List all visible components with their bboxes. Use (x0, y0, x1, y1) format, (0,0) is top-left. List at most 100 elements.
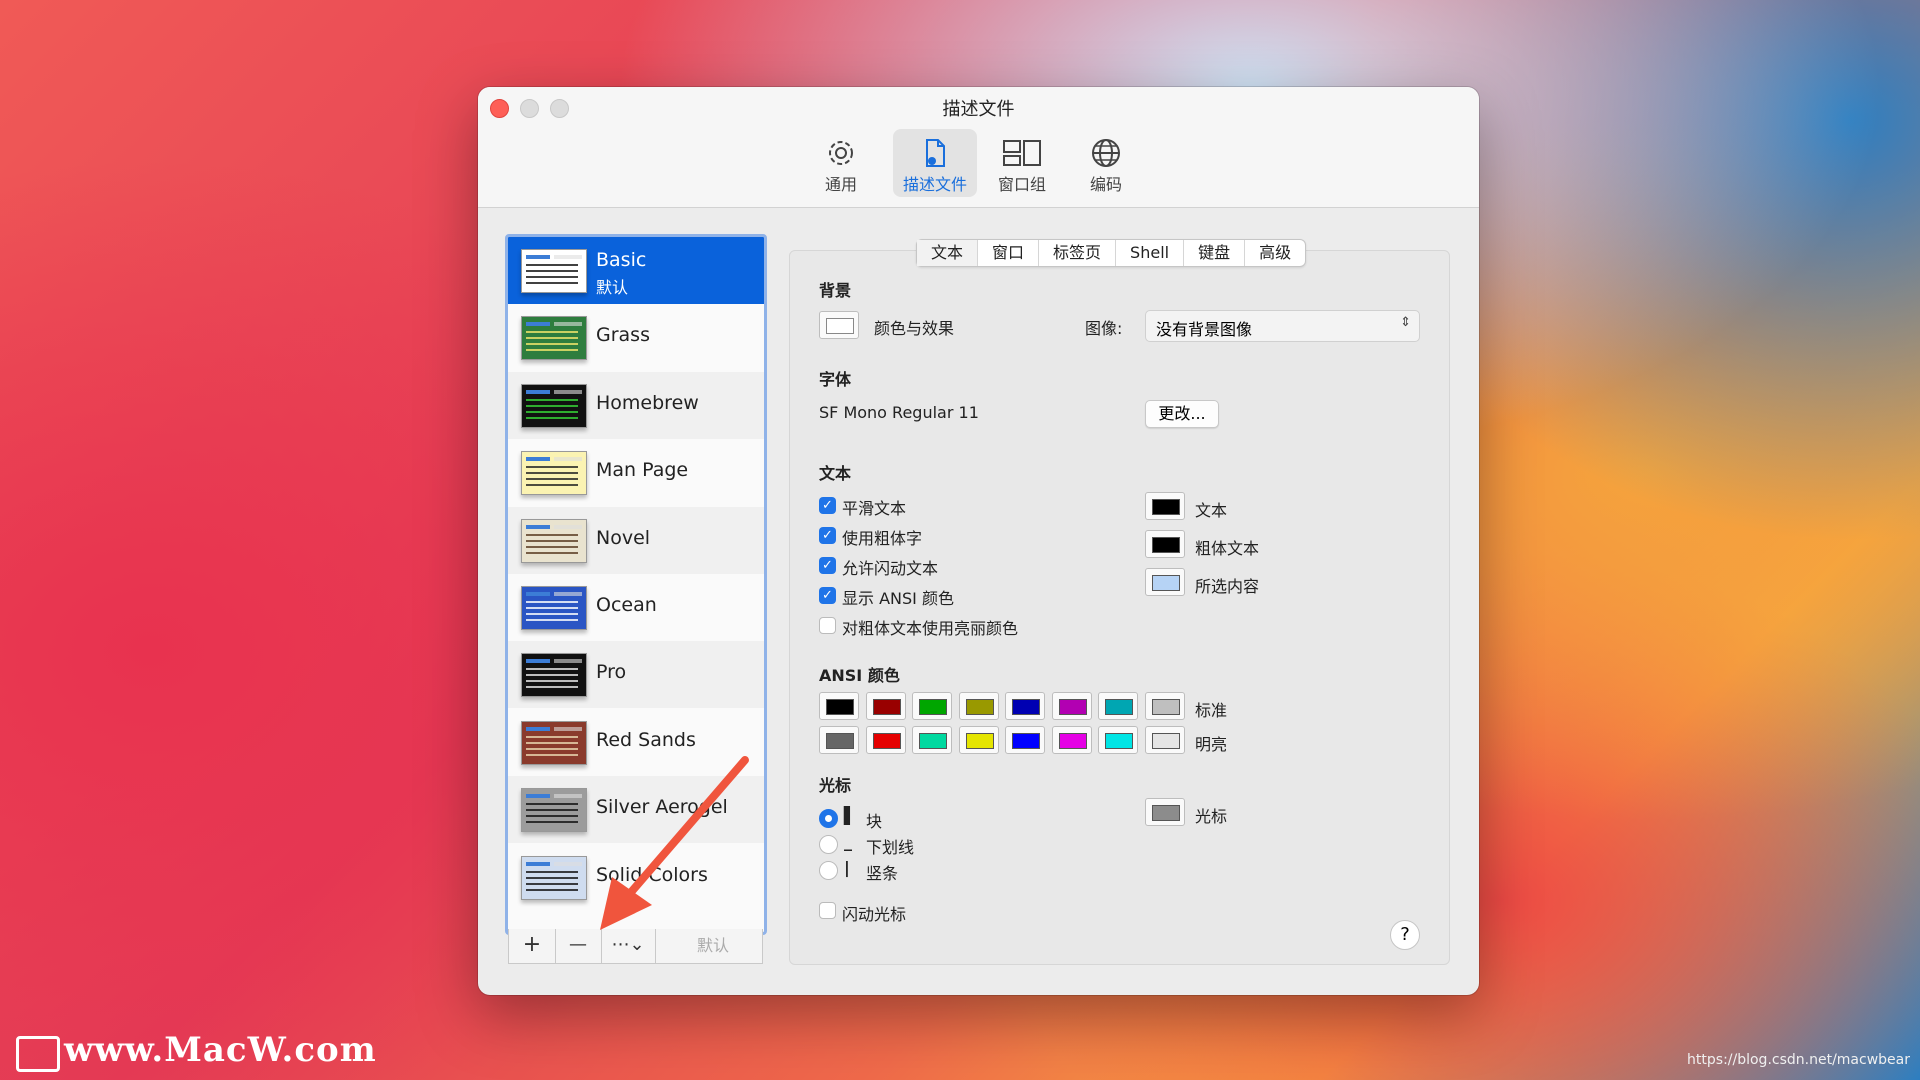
text-heading: 文本 (819, 464, 852, 483)
ansi-heading: ANSI 颜色 (819, 666, 900, 685)
profile-item[interactable]: Ocean (508, 574, 764, 641)
profile-thumbnail (521, 451, 587, 496)
ansi-normal-color-well[interactable] (1051, 692, 1092, 720)
profile-settings-panel: 文本 窗口 标签页 Shell 键盘 高级 背景 颜色与效果 图像: 没有背景图… (789, 239, 1450, 965)
text-color-well[interactable] (1145, 492, 1185, 520)
toolbar-window-groups[interactable]: 窗口组 (980, 129, 1064, 197)
text-option-checkbox[interactable] (819, 617, 836, 634)
cursor-style-label: 竖条 (866, 864, 899, 883)
background-image-select[interactable]: 没有背景图像 ⇕ (1145, 310, 1420, 342)
annotation-arrow (600, 756, 749, 930)
cursor-style-glyph: | (844, 858, 850, 877)
cursor-style-label: 下划线 (866, 838, 915, 857)
ansi-bright-color-well[interactable] (1005, 726, 1045, 754)
change-font-button[interactable]: 更改... (1145, 400, 1219, 428)
font-heading: 字体 (819, 370, 852, 389)
window-title: 描述文件 (942, 99, 1015, 120)
profile-item[interactable]: Grass (508, 304, 764, 371)
toolbar-profiles[interactable]: 描述文件 (893, 129, 977, 197)
titlebar: 描述文件 通用 描述文件 窗口组 编码 (478, 87, 1479, 208)
text-option-label: 使用粗体字 (842, 529, 923, 548)
tab-keyboard[interactable]: 键盘 (1184, 240, 1246, 266)
text-color-well[interactable] (1145, 530, 1185, 558)
tab-text[interactable]: 文本 (917, 240, 979, 266)
text-option-label: 对粗体文本使用亮丽颜色 (842, 619, 1019, 638)
cursor-style-label: 块 (866, 812, 883, 831)
ansi-bright-color-well[interactable] (1098, 726, 1138, 754)
text-option-checkbox[interactable]: ✓ (819, 497, 836, 514)
ansi-bright-color-well[interactable] (1051, 726, 1092, 754)
text-color-label: 粗体文本 (1195, 539, 1260, 558)
font-value: SF Mono Regular 11 (819, 403, 979, 422)
ansi-bright-color-well[interactable] (958, 726, 999, 754)
text-color-well[interactable] (1145, 568, 1185, 596)
text-option-label: 显示 ANSI 颜色 (842, 589, 954, 608)
credit-text: https://blog.csdn.net/macwbear (1687, 1052, 1910, 1068)
tab-shell[interactable]: Shell (1116, 240, 1185, 266)
blink-cursor-label: 闪动光标 (842, 905, 907, 924)
toolbar-encodings[interactable]: 编码 (1064, 129, 1148, 197)
profile-item[interactable]: Novel (508, 506, 764, 574)
ansi-normal-color-well[interactable] (958, 692, 999, 720)
profile-thumbnail (521, 586, 587, 630)
ansi-normal-color-well[interactable] (1005, 692, 1045, 720)
profile-name: Ocean (596, 594, 657, 616)
image-label: 图像: (1085, 319, 1123, 338)
text-option-checkbox[interactable]: ✓ (819, 557, 836, 574)
profile-item[interactable]: Basic 默认 (508, 237, 764, 304)
cursor-color-well[interactable] (1145, 798, 1185, 826)
cursor-style-radio[interactable] (819, 861, 838, 880)
toolbar-general-label: 通用 (824, 175, 857, 194)
profile-default-label: 默认 (596, 278, 629, 297)
tab-advanced[interactable]: 高级 (1245, 240, 1305, 266)
blink-cursor-checkbox[interactable] (819, 902, 836, 919)
cursor-color-label: 光标 (1195, 807, 1228, 826)
profile-item[interactable]: Homebrew (508, 371, 764, 439)
ansi-normal-color-well[interactable] (1144, 692, 1185, 720)
toolbar-profiles-label: 描述文件 (902, 175, 967, 194)
background-image-value: 没有背景图像 (1156, 320, 1253, 339)
profile-name: Red Sands (596, 728, 696, 751)
toolbar-general[interactable]: 通用 (799, 129, 883, 197)
profile-thumbnail (521, 316, 587, 361)
ansi-normal-color-well[interactable] (819, 692, 859, 720)
add-profile-button[interactable]: + (509, 929, 556, 963)
tab-window[interactable]: 窗口 (978, 240, 1040, 266)
background-color-well[interactable] (819, 311, 859, 339)
ansi-normal-color-well[interactable] (912, 692, 952, 720)
text-option-checkbox[interactable]: ✓ (819, 527, 836, 544)
profile-thumbnail (521, 855, 587, 900)
profile-document-icon (926, 139, 945, 167)
profile-name: Grass (596, 324, 650, 347)
text-option-label: 允许闪动文本 (842, 559, 939, 578)
text-color-label: 所选内容 (1195, 577, 1260, 596)
toolbar-window-groups-label: 窗口组 (997, 175, 1046, 194)
gear-icon (829, 141, 853, 165)
cursor-style-glyph: _ (844, 832, 852, 851)
ansi-bright-color-well[interactable] (865, 726, 906, 754)
ansi-normal-color-well[interactable] (1098, 692, 1138, 720)
cursor-style-glyph: ▌ (844, 806, 857, 825)
tab-tab[interactable]: 标签页 (1039, 240, 1117, 266)
ansi-bright-color-well[interactable] (912, 726, 952, 754)
profile-thumbnail (521, 249, 587, 293)
color-effects-label: 颜色与效果 (874, 319, 955, 338)
help-button[interactable]: ? (1390, 920, 1420, 950)
profile-thumbnail (521, 788, 587, 833)
profile-item[interactable]: Pro (508, 641, 764, 709)
cursor-style-radio[interactable] (819, 809, 838, 828)
ansi-bright-color-well[interactable] (1144, 726, 1185, 754)
profile-name: Novel (596, 526, 651, 549)
text-option-label: 平滑文本 (842, 499, 907, 518)
cursor-heading: 光标 (819, 776, 852, 795)
ansi-bright-color-well[interactable] (819, 726, 859, 754)
ansi-normal-color-well[interactable] (865, 692, 906, 720)
profile-name: Pro (596, 661, 627, 684)
cursor-style-radio[interactable] (819, 835, 838, 854)
ansi-bright-label: 明亮 (1195, 735, 1228, 754)
profile-thumbnail (521, 720, 587, 765)
profile-item[interactable]: Man Page (508, 439, 764, 506)
text-option-checkbox[interactable]: ✓ (819, 587, 836, 604)
profile-thumbnail (521, 518, 587, 563)
background-heading: 背景 (819, 281, 852, 300)
